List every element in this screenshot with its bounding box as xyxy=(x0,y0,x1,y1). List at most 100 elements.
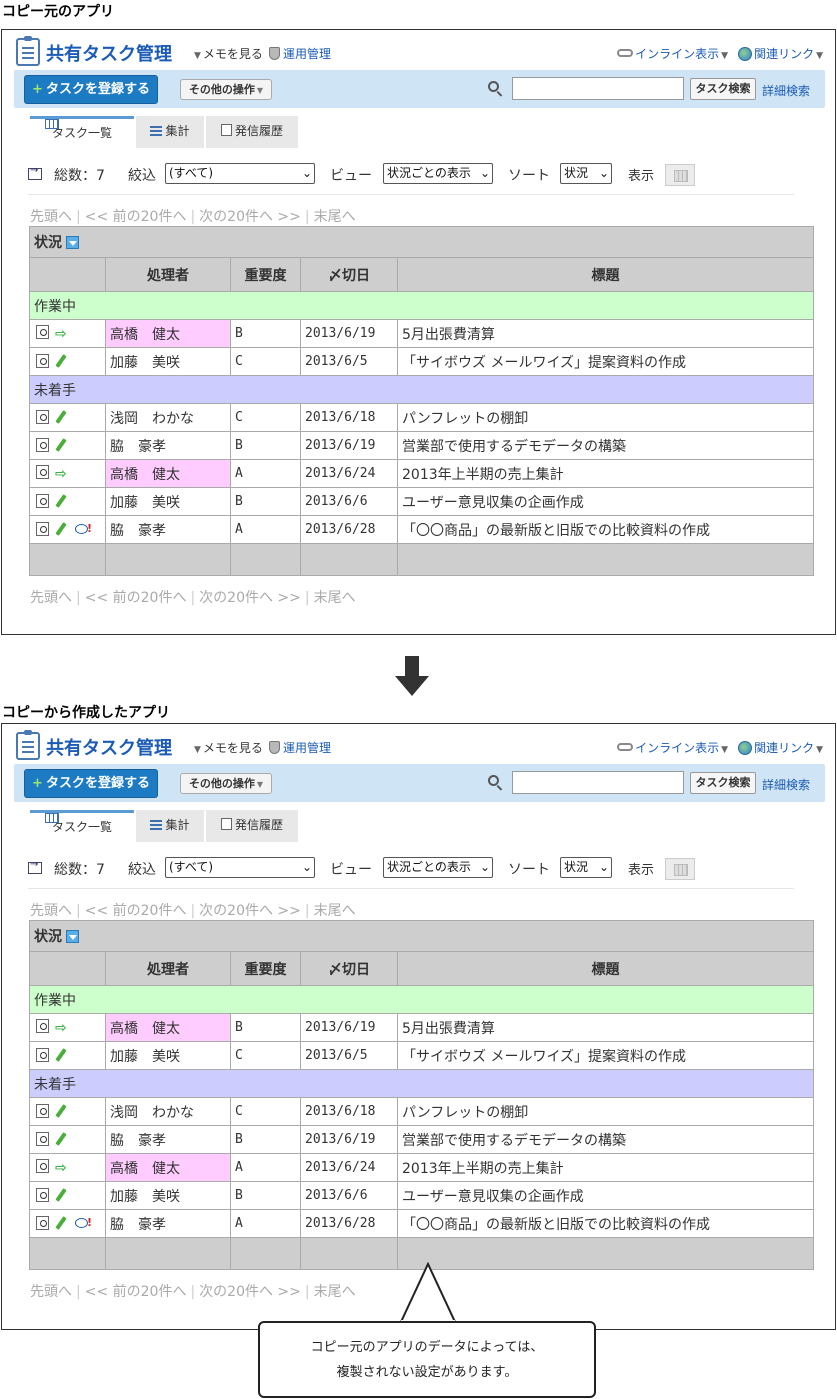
dropdown-icon[interactable] xyxy=(66,930,79,943)
search-input[interactable] xyxy=(512,77,684,100)
filter-select[interactable]: (すべて) ⌄ xyxy=(165,163,315,184)
pager-next[interactable]: 次の20件へ >> xyxy=(199,903,301,919)
pencil-icon[interactable] xyxy=(55,1103,67,1118)
view-select[interactable]: 状況ごとの表示 ⌄ xyxy=(383,857,493,878)
arrow-right-icon[interactable]: ⇨ xyxy=(55,1160,67,1176)
pager-last[interactable]: 末尾へ xyxy=(314,590,356,606)
sort-select[interactable]: 状況 ⌄ xyxy=(560,163,612,184)
tab-history[interactable]: 発信履歴 xyxy=(206,810,298,842)
detail-icon[interactable] xyxy=(36,465,49,479)
pager-prev[interactable]: << 前の20件へ xyxy=(85,1284,187,1300)
title-cell[interactable]: 営業部で使用するデモデータの構築 xyxy=(397,431,814,460)
tab-history[interactable]: 発信履歴 xyxy=(206,116,298,148)
pager-first[interactable]: 先頭へ xyxy=(30,590,72,606)
pager-next[interactable]: 次の20件へ >> xyxy=(199,209,301,225)
advanced-search-link[interactable]: 詳細検索 xyxy=(762,776,810,793)
pencil-icon[interactable] xyxy=(55,1047,67,1062)
detail-icon[interactable] xyxy=(36,493,49,508)
comment-alert-icon[interactable] xyxy=(75,522,92,535)
pager-prev[interactable]: << 前の20件へ xyxy=(85,209,187,225)
title-cell[interactable]: パンフレットの棚卸 xyxy=(397,1097,814,1126)
title-cell[interactable]: 5月出張費清算 xyxy=(397,319,814,348)
pencil-icon[interactable] xyxy=(55,437,67,452)
app-title[interactable]: 共有タスク管理 xyxy=(46,40,172,66)
pager-prev[interactable]: << 前の20件へ xyxy=(85,590,187,606)
arrow-right-icon[interactable]: ⇨ xyxy=(55,326,67,342)
view-select[interactable]: 状況ごとの表示 ⌄ xyxy=(383,163,493,184)
related-links-link[interactable]: 関連リンク xyxy=(754,741,814,755)
detail-icon[interactable] xyxy=(36,1131,49,1146)
related-links-link[interactable]: 関連リンク xyxy=(754,47,814,61)
pager-next[interactable]: 次の20件へ >> xyxy=(199,590,301,606)
display-settings-button[interactable] xyxy=(665,858,695,880)
detail-icon[interactable] xyxy=(36,325,49,339)
title-cell[interactable]: ユーザー意見収集の企画作成 xyxy=(397,487,814,516)
register-task-button[interactable]: + タスクを登録する xyxy=(24,769,158,798)
title-cell[interactable]: パンフレットの棚卸 xyxy=(397,403,814,432)
display-settings-button[interactable] xyxy=(665,164,695,186)
pager-last[interactable]: 末尾へ xyxy=(314,209,356,225)
detail-icon[interactable] xyxy=(36,1187,49,1202)
pager-last[interactable]: 末尾へ xyxy=(314,1284,356,1300)
detail-icon[interactable] xyxy=(36,437,49,452)
task-search-button[interactable]: タスク検索 xyxy=(690,78,756,100)
pencil-icon[interactable] xyxy=(55,493,67,508)
arrow-right-icon[interactable]: ⇨ xyxy=(55,1020,67,1036)
detail-icon[interactable] xyxy=(36,521,49,536)
title-cell[interactable]: 2013年上半期の売上集計 xyxy=(397,1153,814,1182)
sort-select[interactable]: 状況 ⌄ xyxy=(560,857,612,878)
dropdown-icon[interactable] xyxy=(66,236,79,249)
detail-icon[interactable] xyxy=(36,1103,49,1118)
tab-summary[interactable]: 集計 xyxy=(136,810,204,842)
admin-link[interactable]: 運用管理 xyxy=(283,47,331,61)
tab-task-list[interactable]: タスク一覧 xyxy=(30,810,134,842)
column-header-priority[interactable]: 重要度 xyxy=(230,257,301,292)
title-cell[interactable]: 5月出張費清算 xyxy=(397,1013,814,1042)
memo-link[interactable]: ▼ メモを見る 運用管理 xyxy=(194,739,331,756)
pager-last[interactable]: 末尾へ xyxy=(314,903,356,919)
column-header-due[interactable]: 〆切日 xyxy=(300,257,398,292)
admin-link[interactable]: 運用管理 xyxy=(283,741,331,755)
search-input[interactable] xyxy=(512,771,684,794)
pencil-icon[interactable] xyxy=(55,1215,67,1230)
inline-display-link[interactable]: インライン表示 xyxy=(635,47,719,61)
inline-display-link[interactable]: インライン表示 xyxy=(635,741,719,755)
filter-select[interactable]: (すべて) ⌄ xyxy=(165,857,315,878)
title-cell[interactable]: 「〇〇商品」の最新版と旧版での比較資料の作成 xyxy=(397,1209,814,1238)
column-header-due[interactable]: 〆切日 xyxy=(300,951,398,986)
detail-icon[interactable] xyxy=(36,409,49,424)
pager-first[interactable]: 先頭へ xyxy=(30,209,72,225)
title-cell[interactable]: 2013年上半期の売上集計 xyxy=(397,459,814,488)
detail-icon[interactable] xyxy=(36,353,49,368)
pager-next[interactable]: 次の20件へ >> xyxy=(199,1284,301,1300)
column-header-title[interactable]: 標題 xyxy=(397,951,814,986)
column-header-title[interactable]: 標題 xyxy=(397,257,814,292)
title-cell[interactable]: ユーザー意見収集の企画作成 xyxy=(397,1181,814,1210)
title-cell[interactable]: 「〇〇商品」の最新版と旧版での比較資料の作成 xyxy=(397,515,814,544)
title-cell[interactable]: 「サイボウズ メールワイズ」提案資料の作成 xyxy=(397,347,814,376)
title-cell[interactable]: 「サイボウズ メールワイズ」提案資料の作成 xyxy=(397,1041,814,1070)
pencil-icon[interactable] xyxy=(55,1187,67,1202)
pencil-icon[interactable] xyxy=(55,409,67,424)
app-title[interactable]: 共有タスク管理 xyxy=(46,734,172,760)
pager-first[interactable]: 先頭へ xyxy=(30,1284,72,1300)
detail-icon[interactable] xyxy=(36,1047,49,1062)
memo-link[interactable]: ▼ メモを見る 運用管理 xyxy=(194,45,331,62)
pager-prev[interactable]: << 前の20件へ xyxy=(85,903,187,919)
export-icon[interactable] xyxy=(28,165,42,180)
tab-summary[interactable]: 集計 xyxy=(136,116,204,148)
title-cell[interactable]: 営業部で使用するデモデータの構築 xyxy=(397,1125,814,1154)
pager-first[interactable]: 先頭へ xyxy=(30,903,72,919)
task-search-button[interactable]: タスク検索 xyxy=(690,772,756,794)
advanced-search-link[interactable]: 詳細検索 xyxy=(762,82,810,99)
column-header-assignee[interactable]: 処理者 xyxy=(105,257,231,292)
detail-icon[interactable] xyxy=(36,1159,49,1173)
other-actions-button[interactable]: その他の操作 ▼ xyxy=(180,79,272,100)
pencil-icon[interactable] xyxy=(55,1131,67,1146)
detail-icon[interactable] xyxy=(36,1019,49,1033)
register-task-button[interactable]: + タスクを登録する xyxy=(24,75,158,104)
export-icon[interactable] xyxy=(28,859,42,874)
other-actions-button[interactable]: その他の操作 ▼ xyxy=(180,773,272,794)
comment-alert-icon[interactable] xyxy=(75,1216,92,1229)
column-header-priority[interactable]: 重要度 xyxy=(230,951,301,986)
